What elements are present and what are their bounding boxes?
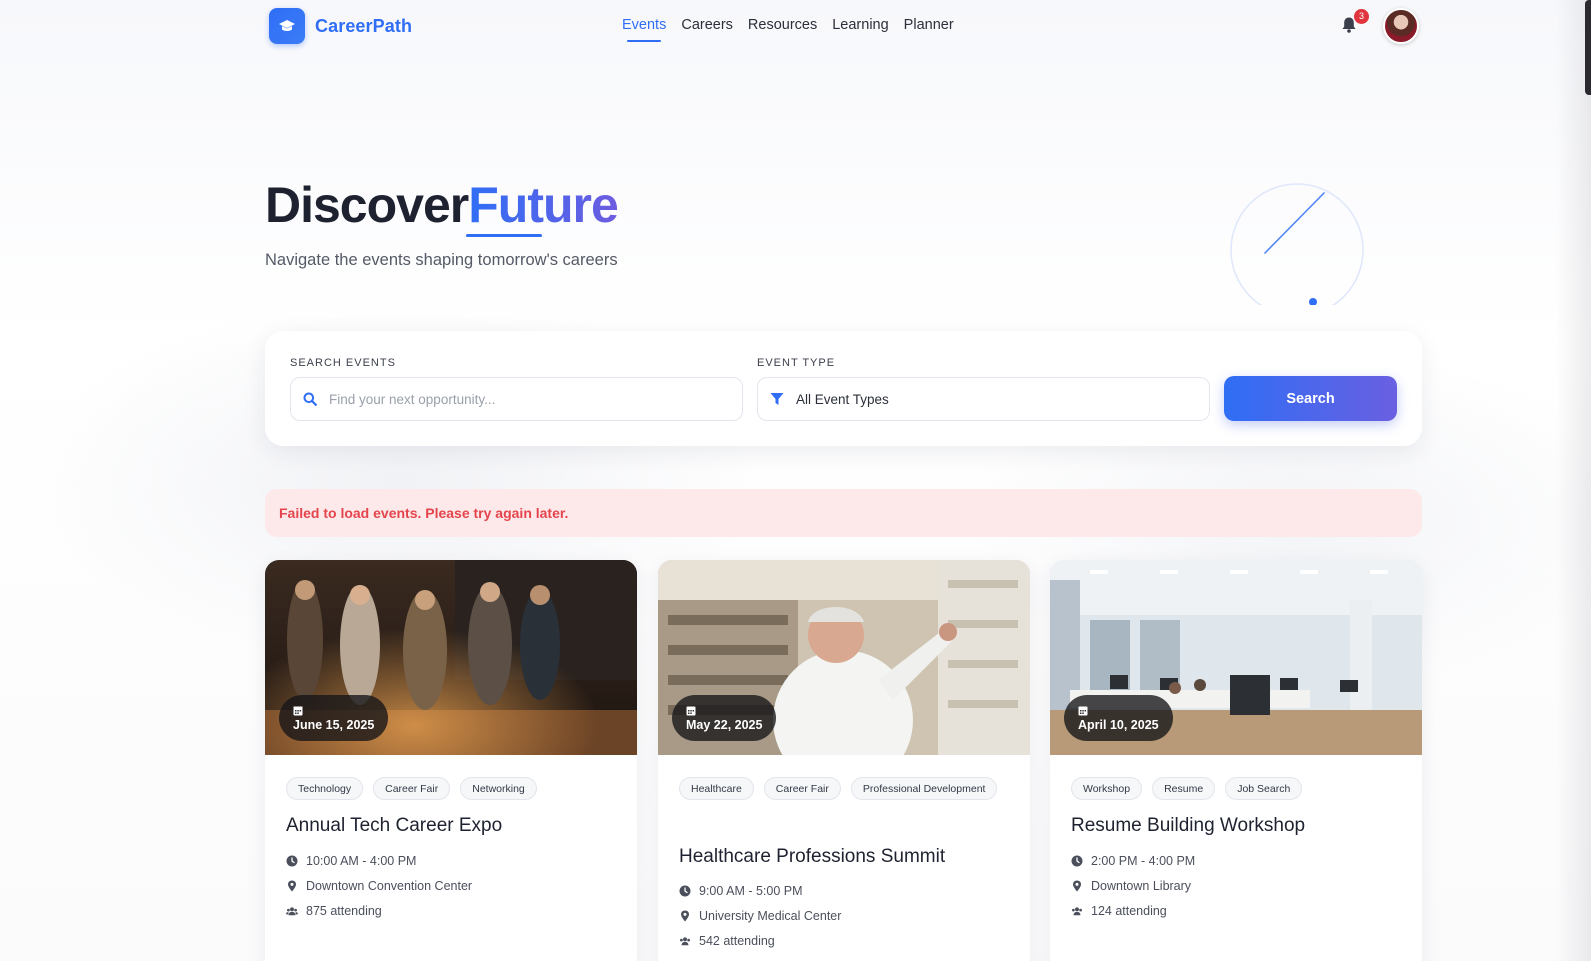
nav-link-planner[interactable]: Planner — [904, 17, 954, 33]
event-time-row: 9:00 AM - 5:00 PM — [679, 883, 841, 899]
nav-link-events[interactable]: Events — [622, 17, 666, 42]
event-attendance-row: 124 attending — [1071, 903, 1195, 919]
users-icon — [286, 907, 298, 916]
event-title: Annual Tech Career Expo — [286, 815, 503, 836]
clock-icon — [286, 855, 298, 867]
map-pin-icon — [681, 910, 689, 922]
event-attending: 124 attending — [1091, 904, 1167, 918]
hero-title: Discover Future — [265, 176, 619, 234]
event-card[interactable]: May 22, 2025 Healthcare Career Fair Prof… — [658, 560, 1030, 961]
event-location-row: Downtown Convention Center — [286, 878, 472, 894]
event-time: 2:00 PM - 4:00 PM — [1091, 854, 1196, 868]
event-location: University Medical Center — [699, 909, 842, 923]
brand-name: CareerPath — [315, 15, 413, 36]
event-time-row: 10:00 AM - 4:00 PM — [286, 853, 472, 869]
error-alert: Failed to load events. Please try again … — [265, 489, 1422, 537]
hero-title-accent: Future — [468, 177, 619, 233]
event-type-value: All Event Types — [796, 391, 889, 407]
event-meta: 9:00 AM - 5:00 PM University Medical Cen… — [679, 883, 841, 949]
calendar-icon — [686, 706, 696, 715]
event-tag: Job Search — [1225, 777, 1303, 800]
notification-count-badge: 3 — [1354, 9, 1369, 24]
event-title: Healthcare Professions Summit — [679, 846, 946, 867]
brand-logo[interactable]: CareerPath — [269, 8, 412, 44]
calendar-icon — [1078, 706, 1088, 715]
event-attending: 875 attending — [306, 904, 382, 918]
event-date: May 22, 2025 — [686, 717, 763, 732]
event-time: 10:00 AM - 4:00 PM — [306, 854, 417, 868]
event-tags: Technology Career Fair Networking — [286, 777, 617, 800]
event-meta: 10:00 AM - 4:00 PM Downtown Convention C… — [286, 853, 472, 919]
users-icon — [680, 937, 690, 946]
event-image: May 22, 2025 — [658, 560, 1030, 755]
search-icon — [303, 392, 317, 406]
nav-links: Events Careers Resources Learning Planne… — [622, 17, 954, 42]
event-tag: Healthcare — [679, 777, 754, 800]
event-tags: Workshop Resume Job Search — [1071, 777, 1402, 800]
event-card[interactable]: April 10, 2025 Workshop Resume Job Searc… — [1050, 560, 1422, 961]
top-navbar: CareerPath Events Careers Resources Lear… — [0, 0, 1591, 52]
hero-title-main: Discover — [265, 177, 469, 233]
calendar-icon — [293, 706, 303, 715]
event-meta: 2:00 PM - 4:00 PM Downtown Library 124 a… — [1071, 853, 1195, 919]
event-attendance-row: 875 attending — [286, 903, 472, 919]
event-attendance-row: 542 attending — [679, 933, 841, 949]
event-title: Resume Building Workshop — [1071, 815, 1306, 836]
event-tag: Workshop — [1071, 777, 1143, 800]
clock-icon — [679, 885, 691, 897]
event-tag: Networking — [460, 777, 537, 800]
search-field[interactable] — [290, 377, 743, 421]
map-pin-icon — [288, 880, 296, 892]
event-location-row: University Medical Center — [679, 908, 841, 924]
event-date: June 15, 2025 — [293, 717, 375, 732]
event-type-label: EVENT TYPE — [757, 357, 836, 369]
compass-decoration-icon — [1230, 183, 1364, 305]
event-time: 9:00 AM - 5:00 PM — [699, 884, 803, 898]
nav-link-careers[interactable]: Careers — [681, 17, 733, 33]
event-tag: Resume — [1152, 777, 1216, 800]
notifications-button[interactable]: 3 — [1341, 9, 1369, 36]
event-location: Downtown Library — [1091, 879, 1192, 893]
event-tags: Healthcare Career Fair Professional Deve… — [679, 777, 1010, 800]
user-avatar[interactable] — [1383, 8, 1419, 44]
event-location-row: Downtown Library — [1071, 878, 1195, 894]
map-pin-icon — [1073, 880, 1081, 892]
event-tag: Professional Development — [850, 777, 998, 800]
clock-icon — [1071, 855, 1083, 867]
window-edge — [1555, 0, 1591, 961]
event-date-badge: June 15, 2025 — [279, 695, 389, 741]
event-date-badge: May 22, 2025 — [672, 695, 777, 741]
event-tag: Technology — [286, 777, 364, 800]
users-icon — [1072, 907, 1082, 916]
event-tag: Career Fair — [763, 777, 841, 800]
search-panel: SEARCH EVENTS EVENT TYPE All Event Types… — [265, 331, 1422, 446]
event-attending: 542 attending — [699, 934, 775, 948]
event-tag: Career Fair — [373, 777, 451, 800]
event-location: Downtown Convention Center — [306, 879, 473, 893]
hero-subtitle: Navigate the events shaping tomorrow's c… — [265, 251, 618, 269]
graduation-cap-icon — [269, 8, 305, 44]
event-date: April 10, 2025 — [1078, 717, 1159, 732]
search-input[interactable] — [329, 391, 709, 407]
hero-title-underline — [466, 234, 542, 237]
filter-icon — [770, 393, 784, 405]
event-time-row: 2:00 PM - 4:00 PM — [1071, 853, 1195, 869]
nav-link-learning[interactable]: Learning — [832, 17, 888, 33]
search-events-label: SEARCH EVENTS — [290, 357, 396, 369]
event-image: April 10, 2025 — [1050, 560, 1422, 755]
event-card[interactable]: June 15, 2025 Technology Career Fair Net… — [265, 560, 637, 961]
event-image: June 15, 2025 — [265, 560, 637, 755]
nav-link-resources[interactable]: Resources — [748, 17, 817, 33]
search-button[interactable]: Search — [1224, 376, 1397, 421]
event-date-badge: April 10, 2025 — [1064, 695, 1173, 741]
event-type-select[interactable]: All Event Types — [757, 377, 1210, 421]
